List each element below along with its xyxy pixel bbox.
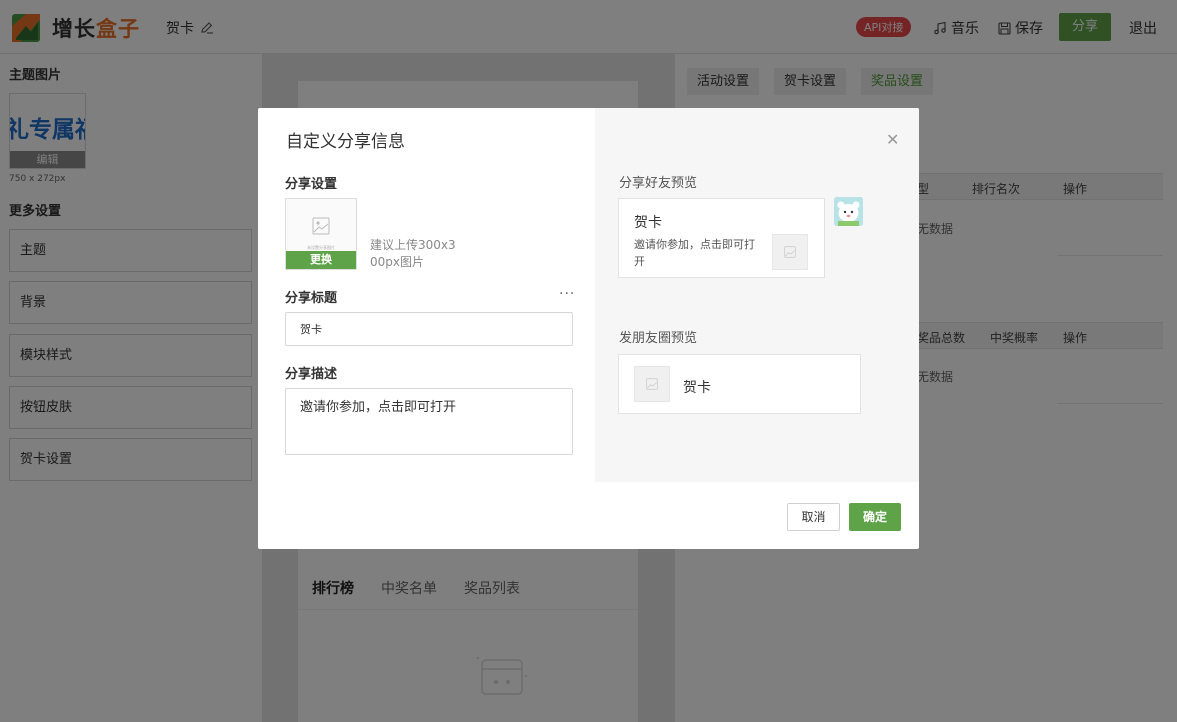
share-description-label: 分享描述 xyxy=(285,367,338,382)
image-placeholder-icon xyxy=(784,246,796,258)
moments-card-title: 贺卡 xyxy=(683,380,711,396)
confirm-button[interactable]: 确定 xyxy=(849,503,901,531)
share-settings-modal: 自定义分享信息 ✕ 分享设置 未设置分享图片 更换 建议上传300x300px图… xyxy=(258,108,919,549)
modal-title: 自定义分享信息 xyxy=(286,132,405,152)
moments-share-card: 贺卡 xyxy=(618,354,861,414)
upload-hint: 建议上传300x300px图片 xyxy=(370,238,456,269)
friend-card-thumbnail xyxy=(772,234,808,270)
friend-share-card: 贺卡 邀请你参加，点击即可打开 xyxy=(618,198,825,278)
image-placeholder-icon xyxy=(646,378,658,390)
friend-card-title: 贺卡 xyxy=(634,215,662,231)
user-avatar xyxy=(834,197,863,226)
share-title-input[interactable] xyxy=(285,312,573,346)
more-options-icon[interactable]: ··· xyxy=(559,286,575,302)
moments-preview-label: 发朋友圈预览 xyxy=(619,331,698,346)
moments-card-thumbnail xyxy=(634,366,670,402)
share-title-label: 分享标题 xyxy=(285,291,338,306)
share-description-input[interactable]: 邀请你参加，点击即可打开 xyxy=(285,388,573,455)
cartoon-avatar-icon xyxy=(834,197,863,226)
preview-column xyxy=(595,108,919,482)
cancel-button[interactable]: 取消 xyxy=(787,503,840,531)
share-settings-label: 分享设置 xyxy=(285,177,338,192)
share-image-upload[interactable]: 未设置分享图片 更换 xyxy=(285,198,357,270)
friend-card-description: 邀请你参加，点击即可打开 xyxy=(634,238,755,268)
image-placeholder-icon xyxy=(312,217,330,235)
friend-preview-label: 分享好友预览 xyxy=(619,176,698,191)
replace-image-button[interactable]: 更换 xyxy=(286,251,356,269)
close-icon[interactable]: ✕ xyxy=(886,130,899,149)
